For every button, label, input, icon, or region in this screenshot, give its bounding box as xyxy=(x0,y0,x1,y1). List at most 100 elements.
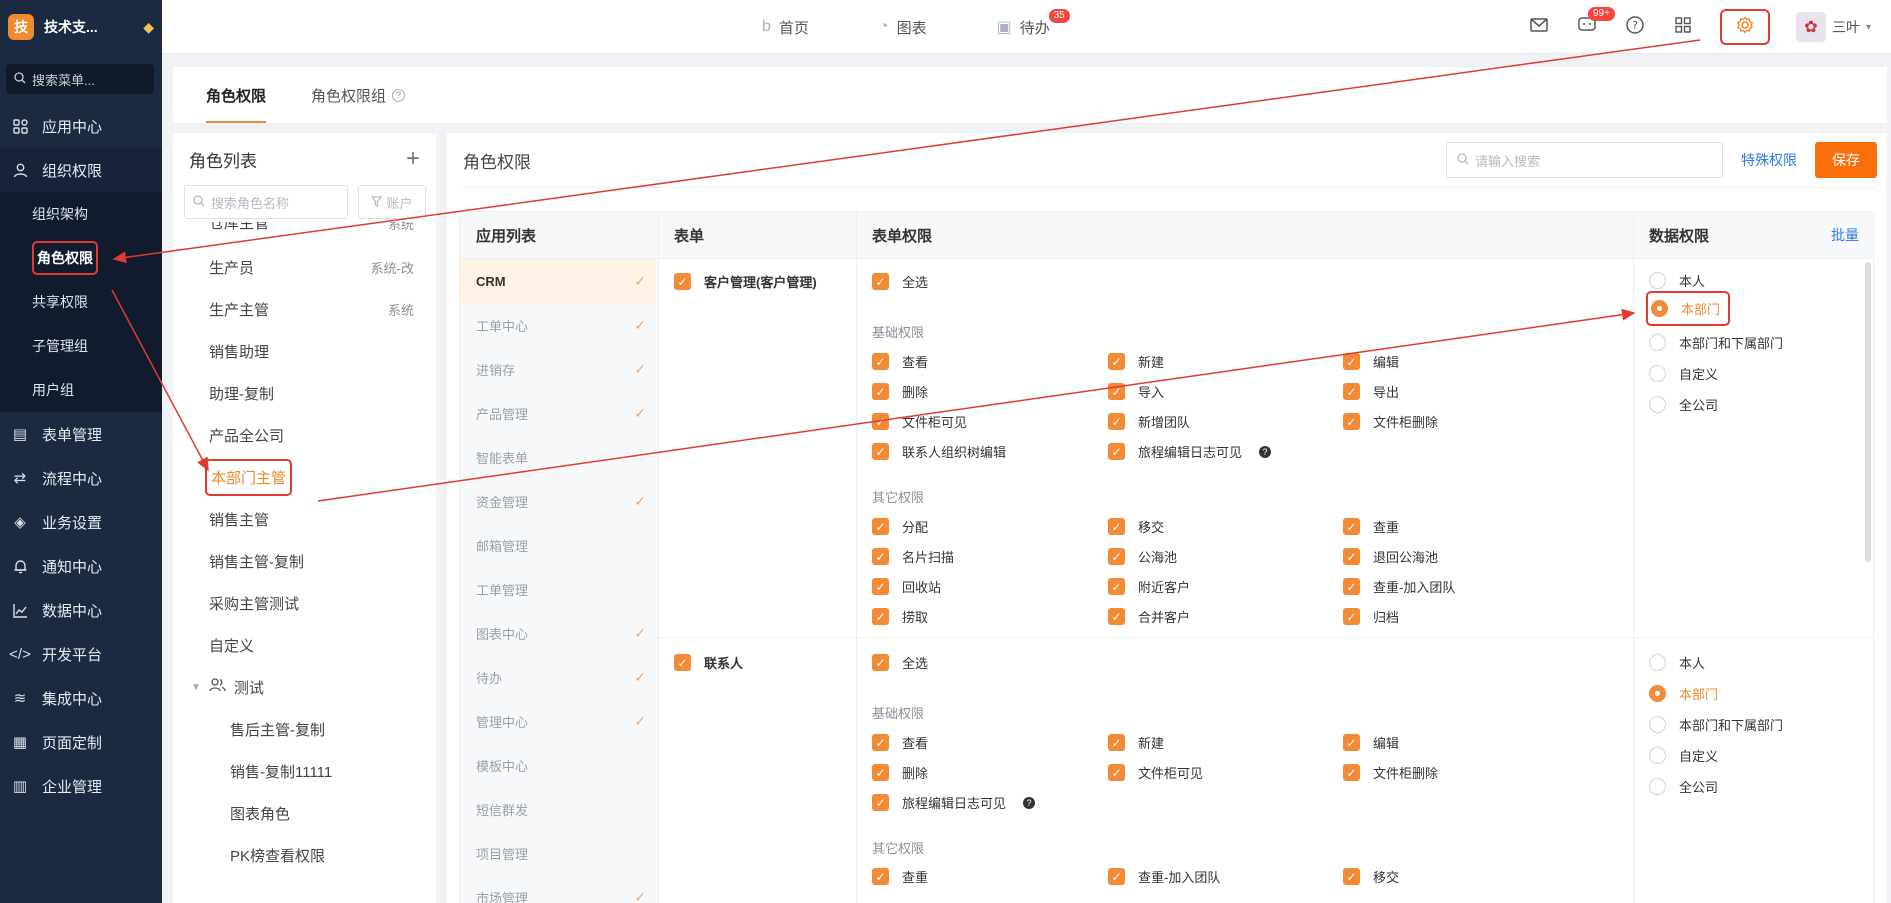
app-item[interactable]: 工单管理 xyxy=(460,567,658,611)
role-item[interactable]: 自定义 xyxy=(173,624,436,666)
role-item[interactable]: 生产主管 系统 xyxy=(173,288,436,330)
perm-checkbox[interactable]: ✓ 退回公海池 xyxy=(1343,547,1438,566)
perm-checkbox[interactable]: ✓ 查重-加入团队 xyxy=(1343,577,1455,596)
menu-item-form-management[interactable]: ▤ 表单管理 xyxy=(0,412,162,456)
nav-charts[interactable]: ◔ 图表 xyxy=(879,17,927,38)
submenu-item-role-permission[interactable]: 角色权限 xyxy=(0,236,162,280)
app-item-crm[interactable]: CRM ✓ xyxy=(460,259,658,303)
app-item[interactable]: 图表中心 ✓ xyxy=(460,611,658,655)
radio-department[interactable]: 本部门 xyxy=(1646,291,1731,326)
perm-checkbox[interactable]: ✓ 查重 xyxy=(872,867,928,886)
form-checkbox-contact[interactable]: ✓ 联系人 xyxy=(674,653,743,672)
menu-item-app-center[interactable]: 应用中心 xyxy=(0,104,162,148)
app-item[interactable]: 进销存 ✓ xyxy=(460,347,658,391)
role-item-selected[interactable]: 本部门主管 xyxy=(173,456,436,498)
radio-department[interactable]: 本部门 xyxy=(1649,684,1718,703)
perm-checkbox[interactable]: ✓ 新建 xyxy=(1108,733,1164,752)
perm-checkbox[interactable]: ✓ 删除 xyxy=(872,382,928,401)
settings-button[interactable] xyxy=(1719,9,1770,45)
role-item[interactable]: 生产员 系统-改 xyxy=(173,246,436,288)
perm-checkbox[interactable]: ✓ 旅程编辑日志可见? xyxy=(872,793,1036,812)
batch-link[interactable]: 批量 xyxy=(1831,225,1859,245)
radio-department-sub[interactable]: 本部门和下属部门 xyxy=(1649,333,1783,352)
perm-checkbox[interactable]: ✓ 查重-加入团队 xyxy=(1108,867,1220,886)
app-item[interactable]: 工单中心 ✓ xyxy=(460,303,658,347)
radio-self[interactable]: 本人 xyxy=(1649,271,1705,290)
app-item[interactable]: 待办 ✓ xyxy=(460,655,658,699)
radio-self[interactable]: 本人 xyxy=(1649,653,1705,672)
radio-department-sub[interactable]: 本部门和下属部门 xyxy=(1649,715,1783,734)
app-item[interactable]: 智能表单 xyxy=(460,435,658,479)
app-item[interactable]: 项目管理 xyxy=(460,831,658,875)
menu-item-business-settings[interactable]: ◈ 业务设置 xyxy=(0,500,162,544)
perm-checkbox[interactable]: ✓ 公海池 xyxy=(1108,547,1177,566)
submenu-item-share-permission[interactable]: 共享权限 xyxy=(0,280,162,324)
role-item[interactable]: 产品全公司 xyxy=(173,414,436,456)
save-button[interactable]: 保存 xyxy=(1815,142,1877,178)
question-icon[interactable]: ? xyxy=(1259,445,1272,458)
role-item[interactable]: 销售主管 xyxy=(173,498,436,540)
perm-checkbox[interactable]: ✓ 编辑 xyxy=(1343,733,1399,752)
add-role-button[interactable]: + xyxy=(406,145,420,173)
perm-checkbox[interactable]: ✓ 新增团队 xyxy=(1108,412,1190,431)
perm-checkbox[interactable]: ✓ 查看 xyxy=(872,352,928,371)
help-icon[interactable]: ? xyxy=(1624,15,1646,39)
role-item[interactable]: 采购主管测试 xyxy=(173,582,436,624)
perm-checkbox[interactable]: ✓ 回收站 xyxy=(872,577,941,596)
menu-search-input[interactable]: 搜索菜单... xyxy=(6,64,154,94)
submenu-item-org-structure[interactable]: 组织架构 xyxy=(0,192,162,236)
app-item[interactable]: 资金管理 ✓ xyxy=(460,479,658,523)
perm-checkbox[interactable]: ✓ 归档 xyxy=(1343,607,1399,626)
role-item[interactable]: PK榜查看权限 xyxy=(173,834,436,876)
app-item[interactable]: 模板中心 xyxy=(460,743,658,787)
perm-checkbox[interactable]: ✓ 编辑 xyxy=(1343,352,1399,371)
perm-checkbox[interactable]: ✓ 附近客户 xyxy=(1108,577,1190,596)
menu-item-enterprise[interactable]: ▥ 企业管理 xyxy=(0,764,162,808)
menu-item-org-permission[interactable]: 组织权限 xyxy=(0,148,162,192)
special-permission-link[interactable]: 特殊权限 xyxy=(1741,150,1797,170)
brand[interactable]: 技 技术支... ◆ xyxy=(0,0,162,54)
role-group[interactable]: ▼ 测试 xyxy=(173,666,436,708)
role-item[interactable]: 仓库主管 系统 xyxy=(173,222,436,246)
role-item[interactable]: 助理-复制 xyxy=(173,372,436,414)
submenu-item-sub-admin[interactable]: 子管理组 xyxy=(0,324,162,368)
perm-checkbox[interactable]: ✓ 新建 xyxy=(1108,352,1164,371)
app-item[interactable]: 短信群发 xyxy=(460,787,658,831)
perm-checkbox[interactable]: ✓ 分配 xyxy=(872,517,928,536)
role-item[interactable]: 销售助理 xyxy=(173,330,436,372)
perm-checkbox[interactable]: ✓ 导出 xyxy=(1343,382,1399,401)
menu-item-notification-center[interactable]: 通知中心 xyxy=(0,544,162,588)
perm-checkbox[interactable]: ✓ 删除 xyxy=(872,763,928,782)
perm-checkbox[interactable]: ✓ 文件柜删除 xyxy=(1343,412,1438,431)
perm-checkbox[interactable]: ✓ 捞取 xyxy=(872,607,928,626)
role-item[interactable]: 图表角色 xyxy=(173,792,436,834)
radio-custom[interactable]: 自定义 xyxy=(1649,746,1718,765)
role-item[interactable]: 售后主管-复制 xyxy=(173,708,436,750)
app-item[interactable]: 管理中心 ✓ xyxy=(460,699,658,743)
nav-home[interactable]: b 首页 xyxy=(762,17,809,38)
perm-checkbox[interactable]: ✓ 查看 xyxy=(872,733,928,752)
perm-checkbox[interactable]: ✓ 移交 xyxy=(1108,517,1164,536)
perm-checkbox[interactable]: ✓ 文件柜可见 xyxy=(872,412,967,431)
perm-checkbox[interactable]: ✓ 文件柜可见 xyxy=(1108,763,1203,782)
role-item[interactable]: 销售-复制11111 xyxy=(173,750,436,792)
app-item[interactable]: 市场管理 ✓ xyxy=(460,875,658,903)
role-search-input[interactable]: 搜索角色名称 xyxy=(184,185,348,219)
mail-icon[interactable] xyxy=(1528,17,1550,37)
perm-checkbox[interactable]: ✓ 名片扫描 xyxy=(872,547,954,566)
perm-checkbox[interactable]: ✓ 移交 xyxy=(1343,867,1399,886)
nav-todo[interactable]: ▣ 待办 35 xyxy=(997,8,1070,38)
perm-checkbox[interactable]: ✓ 旅程编辑日志可见? xyxy=(1108,442,1272,461)
radio-custom[interactable]: 自定义 xyxy=(1649,364,1718,383)
question-icon[interactable]: ? xyxy=(1023,796,1036,809)
menu-item-page-custom[interactable]: ▦ 页面定制 xyxy=(0,720,162,764)
help-circle-icon[interactable]: ? xyxy=(392,88,406,102)
submenu-item-user-group[interactable]: 用户组 xyxy=(0,368,162,412)
select-all-checkbox[interactable]: ✓ 全选 xyxy=(872,653,928,672)
tab-role-permission-group[interactable]: 角色权限组 ? xyxy=(311,67,406,123)
menu-item-data-center[interactable]: 数据中心 xyxy=(0,588,162,632)
app-item[interactable]: 产品管理 ✓ xyxy=(460,391,658,435)
perm-checkbox[interactable]: ✓ 合并客户 xyxy=(1108,607,1190,626)
scrollbar[interactable] xyxy=(1865,262,1871,562)
select-all-checkbox[interactable]: ✓ 全选 xyxy=(872,272,928,291)
